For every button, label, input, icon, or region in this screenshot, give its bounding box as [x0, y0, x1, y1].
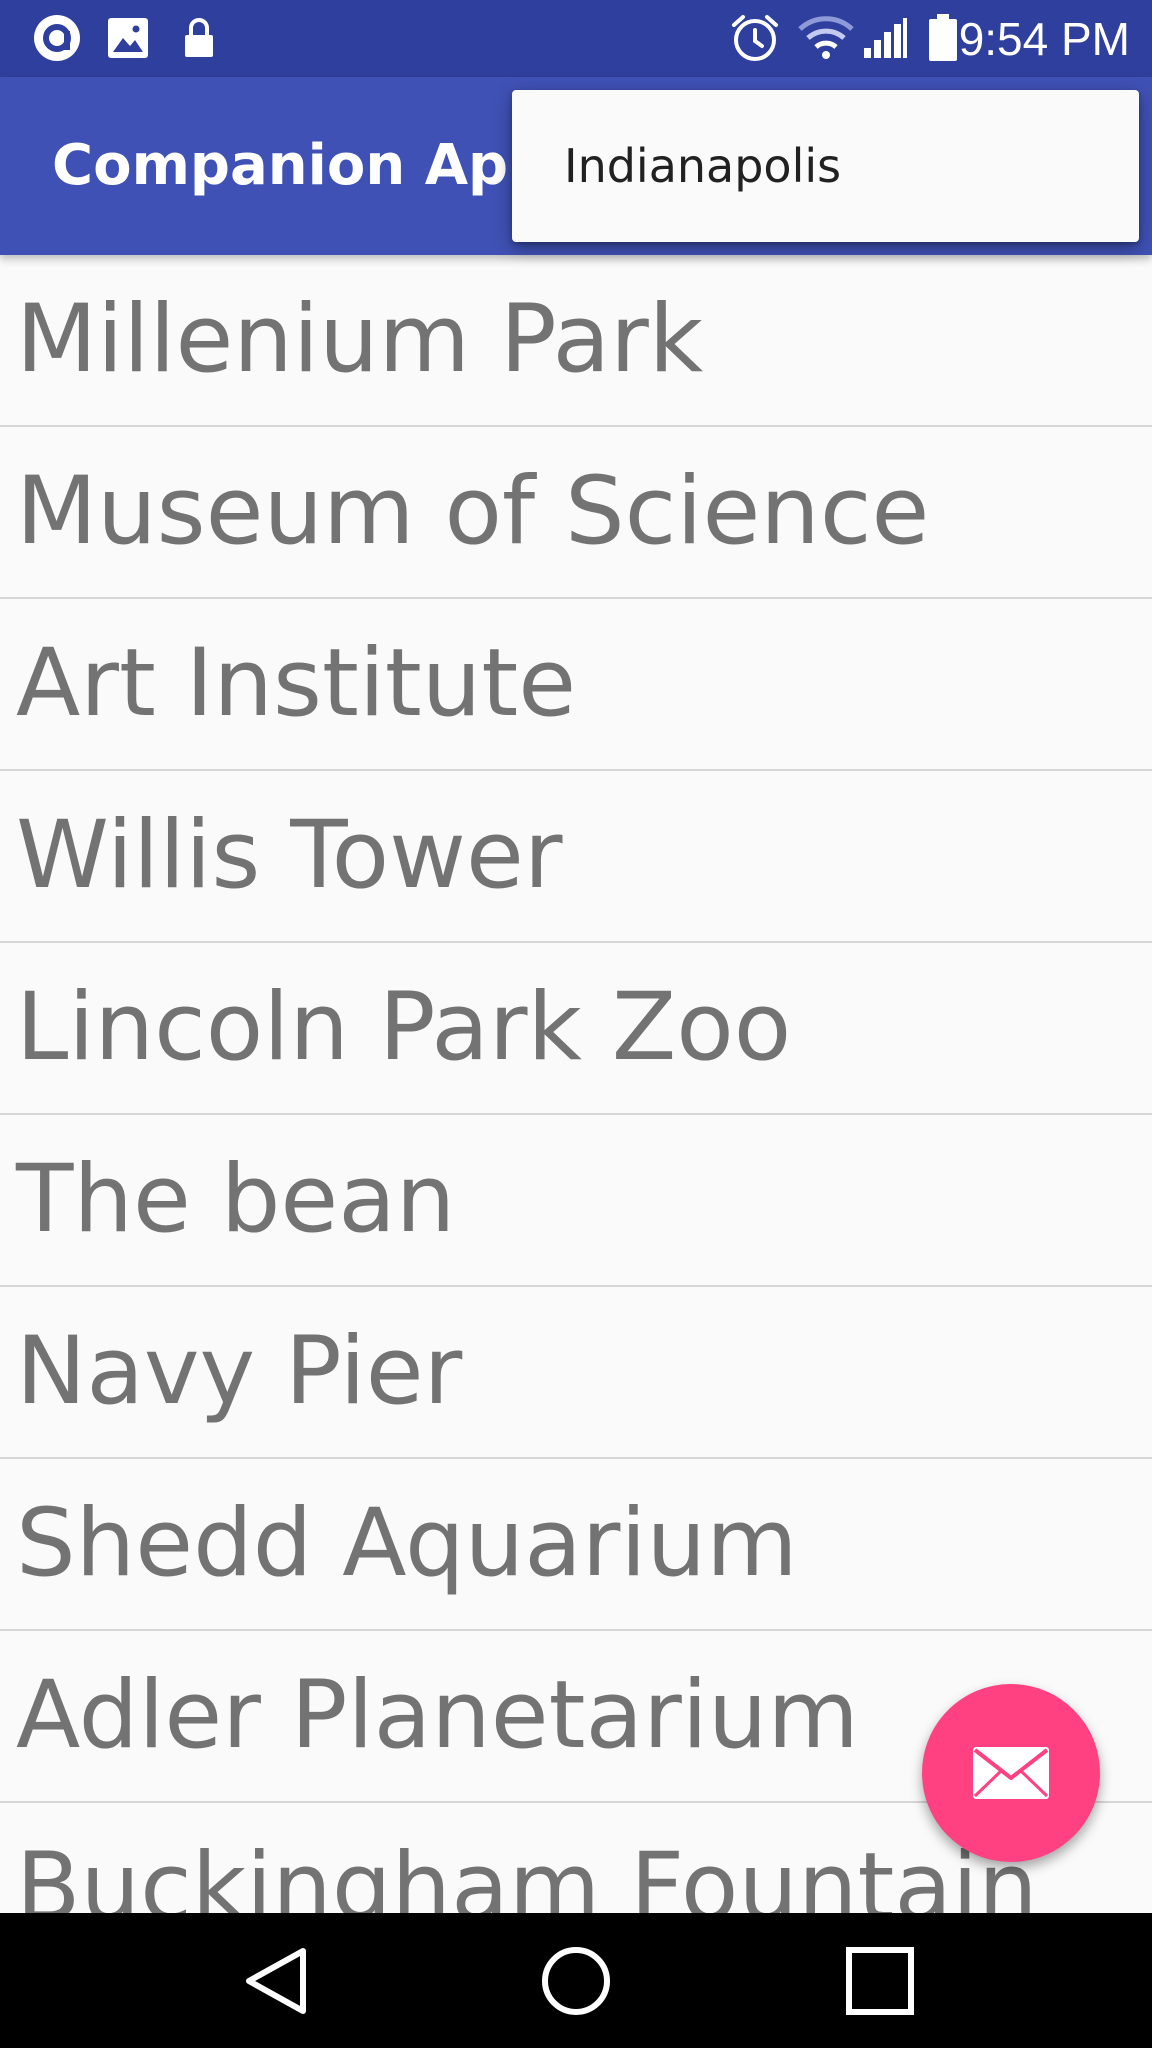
- list-item-label: Millenium Park: [16, 285, 704, 394]
- list-item[interactable]: The bean: [0, 1115, 1152, 1287]
- list-item[interactable]: Museum of Science: [0, 427, 1152, 599]
- list-item-label: Willis Tower: [16, 801, 563, 910]
- attractions-list[interactable]: Millenium Park Museum of Science Art Ins…: [0, 255, 1152, 1913]
- wifi-icon: [798, 14, 854, 62]
- lock-icon: [182, 14, 216, 62]
- list-item[interactable]: Lincoln Park Zoo: [0, 943, 1152, 1115]
- status-bar: 9:54 PM: [0, 0, 1152, 77]
- recents-icon: [845, 1946, 915, 2016]
- alarm-icon: [728, 14, 782, 62]
- image-icon: [106, 14, 150, 62]
- menu-item-indianapolis[interactable]: Indianapolis: [512, 90, 1139, 242]
- compose-mail-button[interactable]: [922, 1684, 1100, 1862]
- overflow-menu: Indianapolis: [512, 90, 1139, 242]
- signal-icon: [862, 14, 908, 62]
- list-item-label: Adler Planetarium: [16, 1661, 859, 1770]
- list-item-label: Shedd Aquarium: [16, 1489, 798, 1598]
- list-item[interactable]: Shedd Aquarium: [0, 1459, 1152, 1631]
- list-item[interactable]: Navy Pier: [0, 1287, 1152, 1459]
- battery-icon: [928, 14, 958, 62]
- list-item[interactable]: Art Institute: [0, 599, 1152, 771]
- assistant-icon: [32, 14, 82, 62]
- list-item-label: The bean: [16, 1145, 456, 1254]
- mail-icon: [971, 1745, 1051, 1801]
- list-item-label: Buckingham Fountain: [16, 1833, 1038, 1913]
- list-item[interactable]: Millenium Park: [0, 255, 1152, 427]
- back-button[interactable]: [196, 1913, 356, 2048]
- recents-button[interactable]: [800, 1913, 960, 2048]
- app-title: Companion App: [52, 133, 549, 198]
- home-button[interactable]: [496, 1913, 656, 2048]
- status-time: 9:54 PM: [958, 13, 1130, 65]
- list-item[interactable]: Willis Tower: [0, 771, 1152, 943]
- list-item-label: Museum of Science: [16, 457, 930, 566]
- home-icon: [540, 1945, 612, 2017]
- back-icon: [243, 1945, 309, 2017]
- list-item-label: Lincoln Park Zoo: [16, 973, 792, 1082]
- list-item-label: Navy Pier: [16, 1317, 463, 1426]
- list-item-label: Art Institute: [16, 629, 577, 738]
- navigation-bar: [0, 1913, 1152, 2048]
